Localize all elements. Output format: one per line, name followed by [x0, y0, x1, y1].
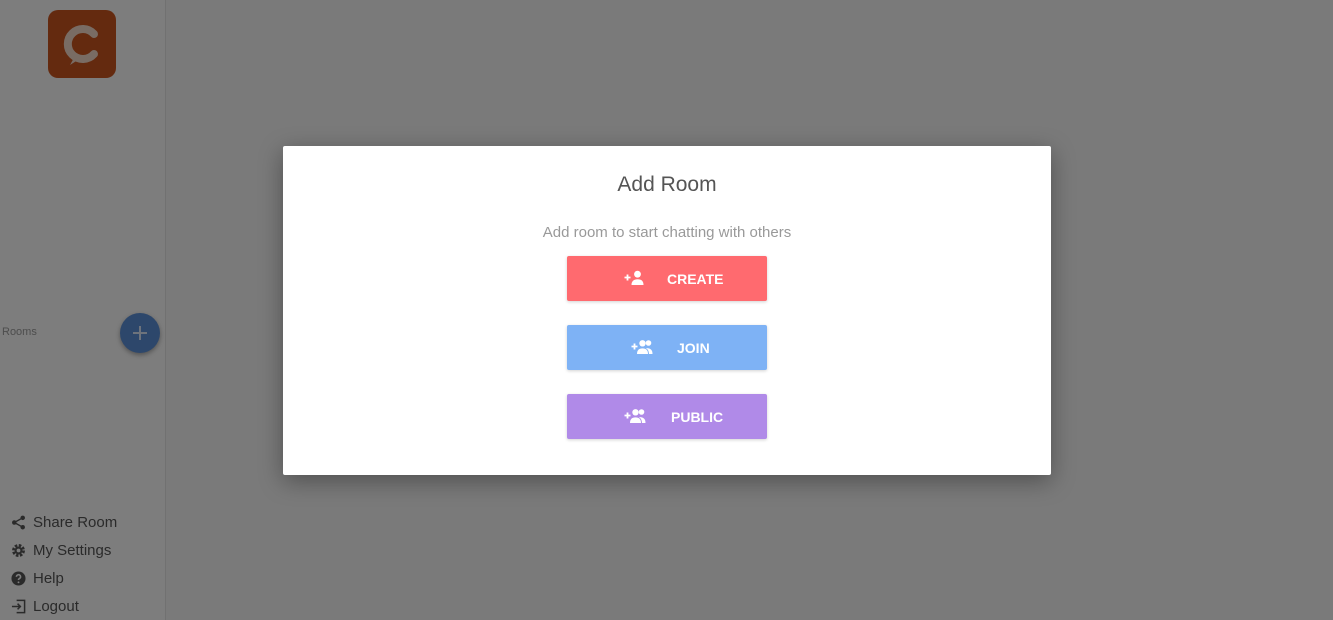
dialog-subtitle: Add room to start chatting with others: [542, 224, 792, 241]
join-room-button[interactable]: JOIN: [567, 325, 767, 370]
group-add-icon: [631, 339, 653, 357]
create-room-button[interactable]: CREATE: [567, 256, 767, 301]
dialog-title: Add Room: [617, 173, 717, 196]
group-add-icon: [624, 408, 646, 426]
person-add-icon: [624, 270, 645, 288]
join-button-label: JOIN: [677, 340, 710, 356]
app-window: Rooms Share Room: [0, 0, 1333, 620]
public-button-label: PUBLIC: [671, 409, 724, 425]
public-rooms-button[interactable]: PUBLIC: [567, 394, 767, 439]
add-room-dialog: Add Room Add room to start chatting with…: [283, 146, 1051, 475]
create-button-label: CREATE: [667, 271, 724, 287]
